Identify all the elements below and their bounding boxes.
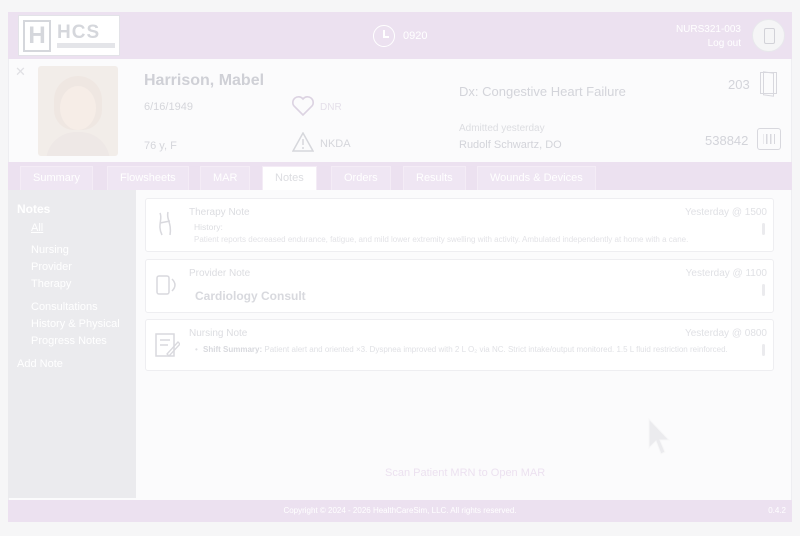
- clock-time: 0920: [403, 30, 428, 42]
- sidebar-item-consultations[interactable]: Consultations: [31, 301, 98, 313]
- tab-wounds-devices[interactable]: Wounds & Devices: [477, 166, 596, 190]
- add-note-button[interactable]: Add Note: [17, 358, 63, 370]
- sidebar-title: Notes: [17, 202, 51, 216]
- note-preview-text: Patient reports decreased endurance, fat…: [194, 235, 689, 244]
- code-status: DNR: [320, 102, 342, 113]
- sidebar-item-all[interactable]: All: [31, 222, 43, 234]
- room-number: 203: [728, 77, 750, 92]
- sidebar-item-progress-notes[interactable]: Progress Notes: [31, 335, 107, 347]
- user-avatar-icon[interactable]: [752, 19, 785, 52]
- sidebar-item-nursing[interactable]: Nursing: [31, 244, 69, 256]
- nursing-note-icon: [155, 333, 180, 357]
- note-bullet: Shift Summary: Patient alert and oriente…: [195, 344, 733, 356]
- tab-mar[interactable]: MAR: [200, 166, 251, 190]
- heart-icon: [292, 96, 314, 117]
- note-time: Yesterday @ 1500: [684, 207, 767, 218]
- note-bullet-label: Shift Summary:: [203, 345, 263, 354]
- tab-bar: Summary Flowsheets MAR Notes Orders Resu…: [8, 162, 792, 190]
- photo-face: [60, 86, 96, 130]
- patient-name: Harrison, Mabel: [144, 72, 265, 89]
- barcode-icon[interactable]: [757, 128, 781, 150]
- logout-link[interactable]: Log out: [708, 38, 741, 49]
- note-card-provider[interactable]: Provider Note Yesterday @ 1100 Cardiolog…: [145, 259, 774, 313]
- logo-tagline-bar: [57, 43, 115, 48]
- tab-flowsheets[interactable]: Flowsheets: [107, 166, 189, 190]
- tab-summary[interactable]: Summary: [20, 166, 94, 190]
- therapy-note-icon: [159, 211, 172, 236]
- sidebar-item-history-physical[interactable]: History & Physical: [31, 318, 120, 330]
- copyright-text: Copyright © 2024 - 2026 HealthCareSim, L…: [283, 506, 517, 515]
- logo-mark: H: [23, 20, 51, 52]
- note-card-nursing[interactable]: Nursing Note Yesterday @ 0800 Shift Summ…: [145, 319, 774, 371]
- patient-dob: 6/16/1949: [144, 101, 193, 113]
- clock-icon: [373, 25, 395, 47]
- tab-orders[interactable]: Orders: [331, 166, 391, 190]
- door-icon: [760, 72, 777, 94]
- note-title: Cardiology Consult: [195, 289, 306, 303]
- sidebar-item-therapy[interactable]: Therapy: [31, 278, 71, 290]
- note-type: Provider Note: [189, 268, 251, 279]
- notes-sidebar: Notes All Nursing Provider Therapy Consu…: [8, 190, 136, 498]
- note-scrollbar[interactable]: [762, 284, 765, 296]
- note-section-label: History:: [194, 222, 223, 232]
- note-type: Therapy Note: [189, 207, 250, 218]
- allergies: NKDA: [320, 138, 351, 150]
- hcs-logo: H HCS: [18, 15, 120, 56]
- scan-mrn-hint: Scan Patient MRN to Open MAR: [385, 467, 546, 479]
- note-card-therapy[interactable]: Therapy Note Yesterday @ 1500 History: P…: [145, 198, 774, 252]
- attending-physician: Rudolf Schwartz, DO: [459, 139, 562, 151]
- patient-photo: [38, 66, 118, 156]
- patient-age-sex: 76 y, F: [144, 140, 177, 152]
- note-scrollbar[interactable]: [762, 223, 765, 235]
- note-bullet-text: Patient alert and oriented ×3. Dyspnea i…: [264, 345, 728, 354]
- provider-note-icon: [156, 275, 176, 295]
- mouse-cursor: [648, 418, 670, 455]
- note-time: Yesterday @ 0800: [684, 328, 767, 339]
- logo-text: HCS: [57, 22, 101, 43]
- footer: Copyright © 2024 - 2026 HealthCareSim, L…: [8, 500, 792, 522]
- note-time: Yesterday @ 1100: [685, 268, 767, 279]
- diagnosis: Dx: Congestive Heart Failure: [459, 84, 626, 99]
- user-id: NURS321-003: [675, 24, 741, 35]
- admitted-status: Admitted yesterday: [459, 123, 545, 134]
- note-scrollbar[interactable]: [762, 344, 765, 356]
- tab-results[interactable]: Results: [403, 166, 466, 190]
- tab-notes[interactable]: Notes: [262, 166, 317, 190]
- patient-mrn: 538842: [705, 133, 749, 148]
- note-type: Nursing Note: [189, 328, 248, 339]
- close-icon[interactable]: ✕: [15, 64, 26, 80]
- warning-icon: [292, 132, 314, 152]
- photo-body: [46, 132, 110, 156]
- top-bar: H HCS 0920 NURS321-003 Log out: [8, 12, 792, 59]
- version-label: 0.4.2: [768, 506, 786, 515]
- sidebar-item-provider[interactable]: Provider: [31, 261, 72, 273]
